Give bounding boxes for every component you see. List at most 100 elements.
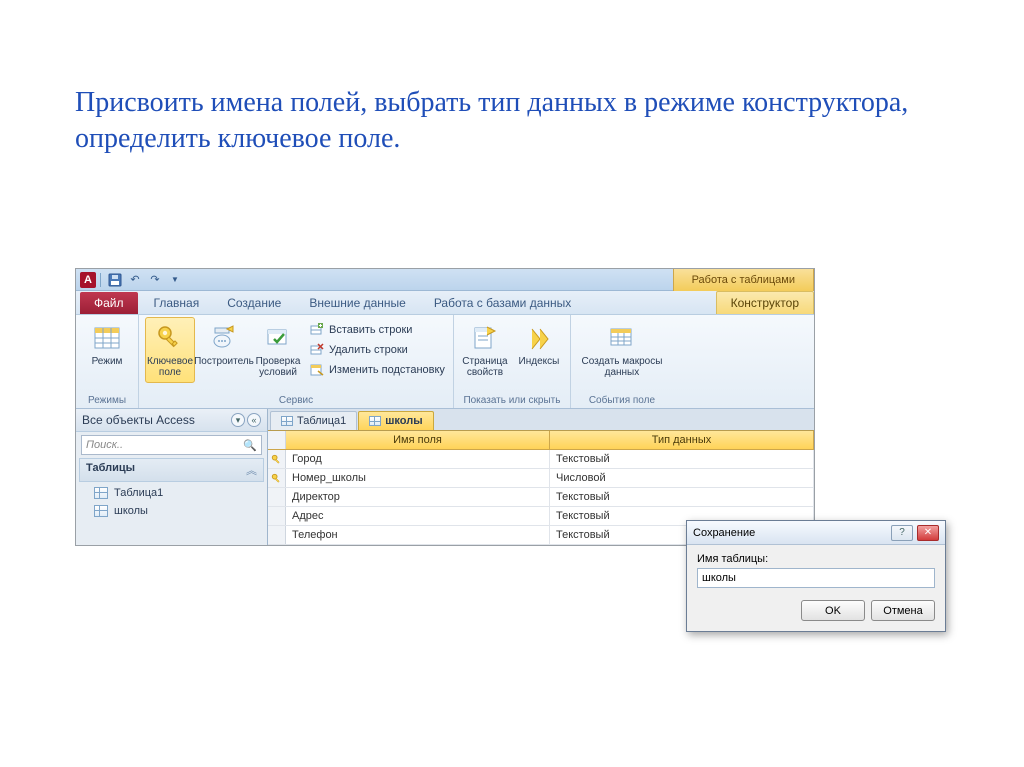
nav-pane-header[interactable]: Все объекты Access ▾ « (76, 409, 267, 432)
contextual-tab-title: Работа с таблицами (673, 269, 814, 291)
close-button[interactable]: ✕ (917, 525, 939, 541)
field-name-cell[interactable]: Адрес (286, 507, 550, 525)
group-views-label: Режимы (82, 393, 132, 408)
tab-external-data[interactable]: Внешние данные (295, 292, 420, 314)
doc-tab-label: школы (385, 415, 422, 427)
group-events: Создать макросы данных События поле (571, 315, 673, 408)
table-icon (94, 505, 108, 517)
builder-button[interactable]: Построитель (199, 317, 249, 372)
key-icon (154, 322, 186, 354)
undo-icon[interactable]: ↶ (127, 272, 143, 288)
separator-icon (100, 273, 103, 287)
col-header-data-type[interactable]: Тип данных (550, 431, 814, 449)
navigation-pane: Все объекты Access ▾ « Поиск.. 🔍 Таблицы… (76, 409, 268, 545)
table-row[interactable]: Номер_школыЧисловой (268, 469, 814, 488)
delete-rows-icon (309, 342, 325, 358)
doc-tab-table1[interactable]: Таблица1 (270, 411, 357, 430)
nav-item-schools[interactable]: школы (76, 502, 267, 520)
cancel-button[interactable]: Отмена (871, 600, 935, 621)
create-data-macros-label: Создать макросы данных (581, 356, 662, 378)
field-name-cell[interactable]: Телефон (286, 526, 550, 544)
access-logo: A (80, 272, 96, 288)
ribbon: Режим Режимы Ключевое поле Построитель (76, 315, 814, 409)
slide-title: Присвоить имена полей, выбрать тип данны… (0, 0, 1024, 188)
primary-key-button[interactable]: Ключевое поле (145, 317, 195, 383)
table-icon (94, 487, 108, 499)
nav-collapse-icon[interactable]: « (247, 413, 261, 427)
data-type-cell[interactable]: Текстовый (550, 450, 814, 468)
nav-item-label: школы (114, 505, 148, 517)
tab-home[interactable]: Главная (140, 292, 214, 314)
primary-key-icon (271, 454, 282, 465)
row-selector[interactable] (268, 507, 286, 525)
row-selector[interactable] (268, 526, 286, 544)
document-tabs: Таблица1 школы (268, 409, 814, 431)
table-icon (369, 416, 381, 426)
save-icon[interactable] (107, 272, 123, 288)
qat-dropdown-icon[interactable]: ▼ (167, 272, 183, 288)
group-show-hide: Страница свойств Индексы Показать или ск… (454, 315, 571, 408)
view-label: Режим (92, 356, 123, 367)
nav-section-tables[interactable]: Таблицы ︽ (79, 458, 264, 482)
data-macros-icon (606, 322, 638, 354)
col-header-field-name[interactable]: Имя поля (286, 431, 550, 449)
primary-key-label: Ключевое поле (147, 356, 193, 378)
primary-key-icon (271, 473, 282, 484)
data-type-cell[interactable]: Числовой (550, 469, 814, 487)
table-row[interactable]: ГородТекстовый (268, 450, 814, 469)
table-name-input[interactable] (697, 568, 935, 588)
select-all-cell[interactable] (268, 431, 286, 449)
dialog-titlebar[interactable]: Сохранение ? ✕ (687, 521, 945, 545)
nav-section-label: Таблицы (86, 462, 135, 478)
save-as-dialog: Сохранение ? ✕ Имя таблицы: OK Отмена (686, 520, 946, 632)
indexes-icon (523, 322, 555, 354)
tab-database-tools[interactable]: Работа с базами данных (420, 292, 585, 314)
insert-rows-icon (309, 322, 325, 338)
insert-rows-label: Вставить строки (329, 324, 412, 336)
insert-rows-button[interactable]: Вставить строки (307, 321, 447, 339)
delete-rows-button[interactable]: Удалить строки (307, 341, 447, 359)
indexes-button[interactable]: Индексы (514, 317, 564, 372)
ribbon-tabs: Файл Главная Создание Внешние данные Раб… (76, 291, 814, 315)
nav-search-placeholder: Поиск.. (86, 439, 123, 451)
modify-lookups-icon (309, 362, 325, 378)
validation-button[interactable]: Проверка условий (253, 317, 303, 383)
nav-search-input[interactable]: Поиск.. 🔍 (81, 435, 262, 455)
nav-item-table1[interactable]: Таблица1 (76, 484, 267, 502)
nav-dropdown-icon[interactable]: ▾ (231, 413, 245, 427)
tab-create[interactable]: Создание (213, 292, 295, 314)
row-selector[interactable] (268, 488, 286, 506)
help-button[interactable]: ? (891, 525, 913, 541)
view-button[interactable]: Режим (82, 317, 132, 372)
validation-icon (262, 322, 294, 354)
group-tools-label: Сервис (145, 393, 447, 408)
tab-file[interactable]: Файл (80, 292, 138, 314)
datasheet-view-icon (91, 322, 123, 354)
table-icon (281, 416, 293, 426)
builder-label: Построитель (194, 356, 254, 367)
nav-pane-title: Все объекты Access (82, 413, 195, 427)
property-sheet-button[interactable]: Страница свойств (460, 317, 510, 383)
group-events-label: События поле (577, 393, 667, 408)
chevron-up-icon: ︽ (246, 462, 257, 478)
group-views: Режим Режимы (76, 315, 139, 408)
redo-icon[interactable]: ↷ (147, 272, 163, 288)
ok-button[interactable]: OK (801, 600, 865, 621)
field-name-cell[interactable]: Город (286, 450, 550, 468)
builder-icon (208, 322, 240, 354)
table-name-label: Имя таблицы: (697, 553, 935, 565)
field-name-cell[interactable]: Номер_школы (286, 469, 550, 487)
tab-design[interactable]: Конструктор (716, 291, 814, 314)
field-name-cell[interactable]: Директор (286, 488, 550, 506)
doc-tab-schools[interactable]: школы (358, 411, 433, 430)
row-selector[interactable] (268, 469, 286, 487)
delete-rows-label: Удалить строки (329, 344, 408, 356)
modify-lookups-button[interactable]: Изменить подстановку (307, 361, 447, 379)
table-row[interactable]: ДиректорТекстовый (268, 488, 814, 507)
indexes-label: Индексы (519, 356, 560, 367)
create-data-macros-button[interactable]: Создать макросы данных (577, 317, 667, 383)
row-selector[interactable] (268, 450, 286, 468)
property-sheet-icon (469, 322, 501, 354)
data-type-cell[interactable]: Текстовый (550, 488, 814, 506)
access-window: A ↶ ↷ ▼ Работа с таблицами Файл Главная … (75, 268, 815, 546)
